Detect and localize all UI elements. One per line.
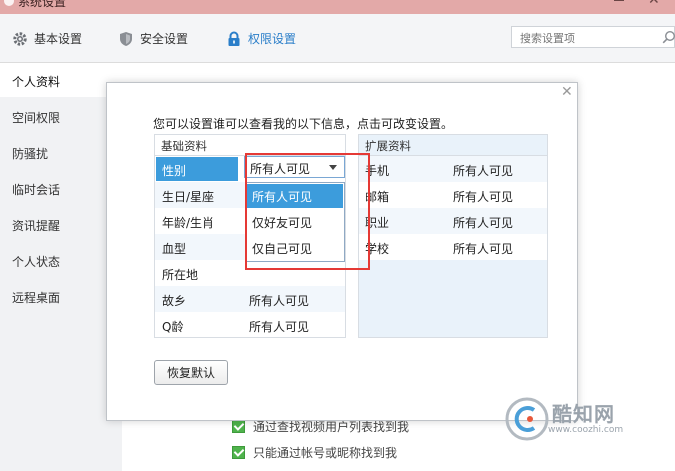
table-row[interactable]: 邮箱 所有人可见 [359,182,547,208]
select-value: 所有人可见 [250,162,311,176]
search-box[interactable] [511,26,675,48]
field-key: 手机 [365,164,390,178]
panel-title: 基础资料 [161,139,207,153]
watermark-text: 酷知网 [552,402,615,426]
tab-label: 权限设置 [248,32,297,46]
table-row[interactable]: 学校 所有人可见 [359,234,547,260]
gear-icon [12,31,28,47]
table-row[interactable]: 手机 所有人可见 [359,156,547,182]
chevron-down-icon[interactable] [329,165,337,170]
checkbox-checked[interactable] [232,446,245,459]
title-bar: 系统设置 ✕ [0,0,675,14]
option-friends-only[interactable]: 仅好友可见 [247,210,343,234]
tab-basic-settings[interactable]: 基本设置 [12,30,82,47]
checkbox-checked[interactable] [232,420,245,433]
sidebar-item-personal-info[interactable]: 个人资料 [12,73,60,90]
field-key: 学校 [365,242,390,256]
field-key: 故乡 [162,294,187,308]
shield-icon [118,31,134,47]
field-key: 职业 [365,216,390,230]
tab-security-settings[interactable]: 安全设置 [118,30,188,47]
field-key: 生日/星座 [162,190,215,204]
watermark-url: www.coozhi.com [548,425,624,435]
privacy-dialog: ✕ 您可以设置谁可以查看我的以下信息，点击可改变设置。 基础资料 性别 生日/星… [106,82,578,421]
tab-label: 安全设置 [140,32,189,46]
sidebar-item-news-alerts[interactable]: 资讯提醒 [12,217,60,234]
field-key: 所在地 [162,268,199,282]
tab-label: 基本设置 [34,32,83,46]
sidebar-item-anti-harassment[interactable]: 防骚扰 [12,145,48,162]
watermark: 酷知网 www.coozhi.com [500,392,675,452]
watermark-logo-icon [505,397,549,441]
sidebar-item-temp-session[interactable]: 临时会话 [12,181,60,198]
field-key: 血型 [162,242,187,256]
field-value[interactable]: 所有人可见 [453,188,513,205]
sidebar-item-space-permission[interactable]: 空间权限 [12,109,60,126]
close-icon[interactable]: ✕ [561,84,573,100]
option-self-only[interactable]: 仅自己可见 [247,236,343,260]
restore-default-button[interactable]: 恢复默认 [154,360,228,385]
field-key: Q龄 [162,320,184,334]
option-label: 只能通过帐号或昵称找到我 [253,446,398,460]
minimize-button[interactable] [614,0,624,1]
search-icon[interactable] [662,30,675,47]
close-window-button[interactable]: ✕ [648,0,660,8]
table-row[interactable]: 职业 所有人可见 [359,208,547,234]
option-label: 仅好友可见 [252,216,313,230]
panel-title: 扩展资料 [365,139,411,153]
field-key: 性别 [162,164,187,178]
lock-icon [226,31,242,47]
tab-permission-settings[interactable]: 权限设置 [226,30,296,47]
field-value[interactable]: 所有人可见 [249,318,309,335]
dialog-intro: 您可以设置谁可以查看我的以下信息，点击可改变设置。 [153,117,454,131]
field-value[interactable]: 所有人可见 [453,240,513,257]
sidebar-item-remote-desktop[interactable]: 远程桌面 [12,289,60,306]
field-value[interactable]: 所有人可见 [249,292,309,309]
field-value[interactable]: 所有人可见 [453,162,513,179]
table-row[interactable]: Q龄 所有人可见 [155,312,345,338]
search-input[interactable] [518,28,657,48]
visibility-dropdown-list: 所有人可见 仅好友可见 仅自己可见 [245,182,345,262]
field-key: 邮箱 [365,190,390,204]
option-label: 所有人可见 [252,190,313,204]
option-label: 仅自己可见 [252,242,313,256]
field-value[interactable]: 所有人可见 [453,214,513,231]
extended-info-panel: 扩展资料 手机 所有人可见 邮箱 所有人可见 职业 所有人可见 学校 所有人可见 [358,134,548,338]
option-everyone[interactable]: 所有人可见 [247,184,343,208]
table-row[interactable]: 故乡 所有人可见 [155,286,345,312]
window-title: 系统设置 [18,0,67,9]
app-icon [4,0,14,6]
settings-tabs: 基本设置 安全设置 权限设置 [0,14,675,63]
table-row[interactable]: 所在地 [155,260,345,286]
option-find-by-account-only[interactable]: 只能通过帐号或昵称找到我 [232,444,397,461]
field-key: 年龄/生肖 [162,216,215,230]
visibility-select[interactable]: 所有人可见 [244,156,345,178]
sidebar-item-personal-status[interactable]: 个人状态 [12,253,60,270]
